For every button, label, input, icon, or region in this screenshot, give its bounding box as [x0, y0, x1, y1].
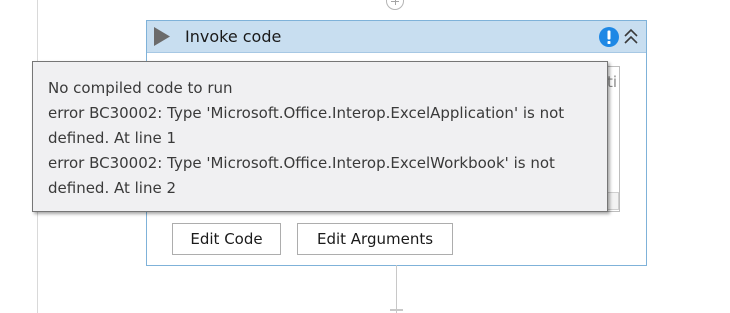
edit-code-button[interactable]: Edit Code: [172, 223, 281, 255]
tooltip-line: defined. At line 1: [48, 129, 177, 147]
tooltip-line: No compiled code to run: [48, 79, 233, 97]
code-preview-text: ti: [607, 73, 618, 91]
tooltip-line: defined. At line 2: [48, 179, 177, 197]
activity-title: Invoke code: [185, 27, 282, 46]
workflow-connector-line: [396, 265, 397, 313]
collapse-icon[interactable]: [623, 28, 639, 46]
connector-arrow: [390, 309, 403, 311]
edit-arguments-button[interactable]: Edit Arguments: [297, 223, 453, 255]
warning-icon[interactable]: [598, 26, 620, 48]
tooltip-line: error BC30002: Type 'Microsoft.Office.In…: [48, 154, 555, 172]
play-icon: [154, 27, 170, 46]
activity-header[interactable]: Invoke code: [147, 21, 646, 53]
error-tooltip: No compiled code to run error BC30002: T…: [32, 61, 608, 212]
add-activity-icon[interactable]: [386, 0, 404, 10]
tooltip-line: error BC30002: Type 'Microsoft.Office.In…: [48, 104, 565, 122]
